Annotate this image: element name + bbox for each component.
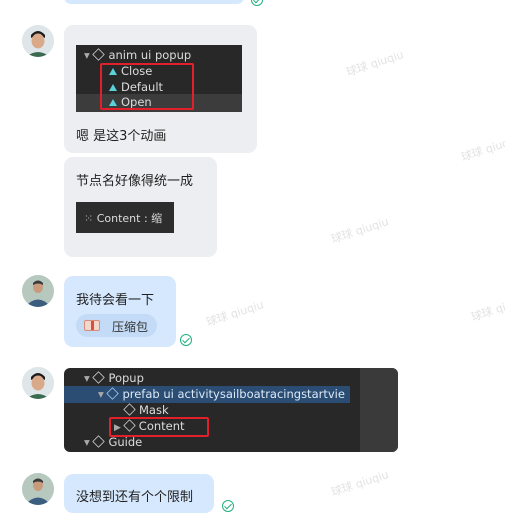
- message-text: 我待会看一下: [76, 293, 155, 308]
- watermark: 球球 qiuqiu: [204, 298, 266, 329]
- read-check-icon: [251, 0, 263, 6]
- read-check-icon: [222, 500, 234, 512]
- message-text: 嗯 是这3个动画: [76, 129, 167, 144]
- message-text: 没想到还有个个限制: [76, 490, 194, 505]
- screenshot-image[interactable]: ⁙ Content : 缩: [76, 202, 174, 233]
- watermark: 球球 qiuqiu: [469, 293, 505, 324]
- hierarchy-row-prefab: prefab ui activitysailboatracingstartvie: [122, 387, 345, 401]
- screenshot-image[interactable]: ▾ Popup ▾ prefab ui activitysailboatraci…: [64, 368, 398, 452]
- read-check-icon: [180, 334, 192, 346]
- previous-message-bubble[interactable]: [64, 0, 244, 4]
- avatar[interactable]: [22, 367, 54, 399]
- screenshot-image[interactable]: ▾ anim ui popup Close Default Open: [76, 45, 242, 112]
- watermark: 球球 qiuqiu: [459, 133, 505, 164]
- watermark: 球球 qiuqiu: [344, 48, 406, 79]
- attachment-chip[interactable]: 压缩包: [76, 314, 157, 337]
- message-text: 节点名好像得统一成: [76, 174, 194, 189]
- highlight-box: [109, 417, 209, 437]
- avatar[interactable]: [22, 25, 54, 57]
- watermark: 球球 qiuqiu: [329, 215, 391, 246]
- content-label: Content : 缩: [96, 212, 163, 225]
- anim-parent-label: anim ui popup: [108, 48, 192, 62]
- attachment-label: 压缩包: [112, 320, 149, 334]
- zip-file-icon: [84, 320, 100, 331]
- avatar[interactable]: [22, 473, 54, 505]
- hierarchy-row-guide: Guide: [108, 435, 143, 449]
- hierarchy-row-mask: Mask: [139, 403, 169, 417]
- hierarchy-row-popup: Popup: [108, 371, 144, 385]
- avatar[interactable]: [22, 275, 54, 307]
- watermark: 球球 qiuqiu: [329, 468, 391, 499]
- highlight-box: [100, 63, 194, 110]
